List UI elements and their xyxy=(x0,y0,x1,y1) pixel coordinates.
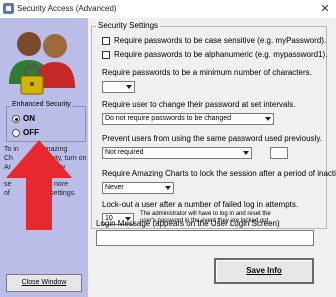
login-message-input[interactable] xyxy=(96,230,314,246)
enhanced-security-group: Enhanced Security ON OFF xyxy=(6,101,86,142)
security-settings-group: Security Settings Require passwords to b… xyxy=(91,21,336,229)
security-on-radio[interactable]: ON xyxy=(12,113,35,124)
chevron-down-icon xyxy=(265,117,271,121)
radio-off-indicator[interactable] xyxy=(12,128,20,137)
red-arrow-up-icon xyxy=(6,140,72,230)
lock-session-label: Require Amazing Charts to lock the sessi… xyxy=(102,169,336,178)
users-lock-icon xyxy=(9,32,75,95)
chevron-down-icon xyxy=(126,85,132,89)
lockout-note-line-1: The administrator will have to log in an… xyxy=(140,211,271,217)
case-sensitive-checkbox[interactable] xyxy=(102,36,110,45)
alphanumeric-option[interactable]: Require passwords to be alphanumeric (e.… xyxy=(102,50,327,59)
security-access-window: Security Access (Advanced) ✕ Enhanced Se… xyxy=(0,0,336,297)
min-chars-label: Require passwords to be a minimum number… xyxy=(102,68,312,77)
alphanumeric-label: Require passwords to be alphanumeric (e.… xyxy=(114,50,328,59)
change-interval-label: Require user to change their password at… xyxy=(102,100,296,109)
app-icon xyxy=(3,3,14,14)
reuse-label: Prevent users from using the same passwo… xyxy=(102,134,322,143)
reuse-value: Not required xyxy=(105,149,144,156)
reuse-select[interactable]: Not required xyxy=(102,147,252,159)
lock-session-select[interactable]: Never xyxy=(102,182,174,194)
lock-session-value: Never xyxy=(105,184,124,191)
security-settings-legend: Security Settings xyxy=(96,21,161,30)
login-message-label: Login Message (appears on the User Login… xyxy=(96,219,280,228)
save-info-label: Save Info xyxy=(246,266,282,275)
title-bar: Security Access (Advanced) ✕ xyxy=(0,0,336,18)
close-icon[interactable]: ✕ xyxy=(318,2,332,16)
chevron-down-icon xyxy=(165,186,171,190)
change-interval-value: Do not require passwords to be changed xyxy=(105,115,232,122)
lockout-label: Lock-out a user after a number of failed… xyxy=(102,200,299,209)
radio-on-indicator[interactable] xyxy=(12,114,20,123)
window-title: Security Access (Advanced) xyxy=(17,4,117,13)
reuse-count-input[interactable] xyxy=(270,147,288,159)
security-off-label: OFF xyxy=(23,128,39,137)
close-window-button[interactable]: Close Window xyxy=(6,274,82,292)
min-chars-select[interactable] xyxy=(102,81,135,93)
security-off-radio[interactable]: OFF xyxy=(12,127,39,138)
enhanced-security-legend: Enhanced Security xyxy=(11,101,72,108)
alphanumeric-checkbox[interactable] xyxy=(102,50,110,59)
case-sensitive-label: Require passwords to be case sensitive (… xyxy=(114,36,327,45)
save-info-button[interactable]: Save Info xyxy=(214,258,314,284)
left-panel: Enhanced Security ON OFF To in Amazing C… xyxy=(0,18,88,297)
right-panel: Security Settings Require passwords to b… xyxy=(88,18,336,297)
arrow-shape xyxy=(6,140,72,230)
security-on-label: ON xyxy=(23,114,35,123)
change-interval-select[interactable]: Do not require passwords to be changed xyxy=(102,113,274,125)
chevron-down-icon xyxy=(243,151,249,155)
case-sensitive-option[interactable]: Require passwords to be case sensitive (… xyxy=(102,36,326,45)
